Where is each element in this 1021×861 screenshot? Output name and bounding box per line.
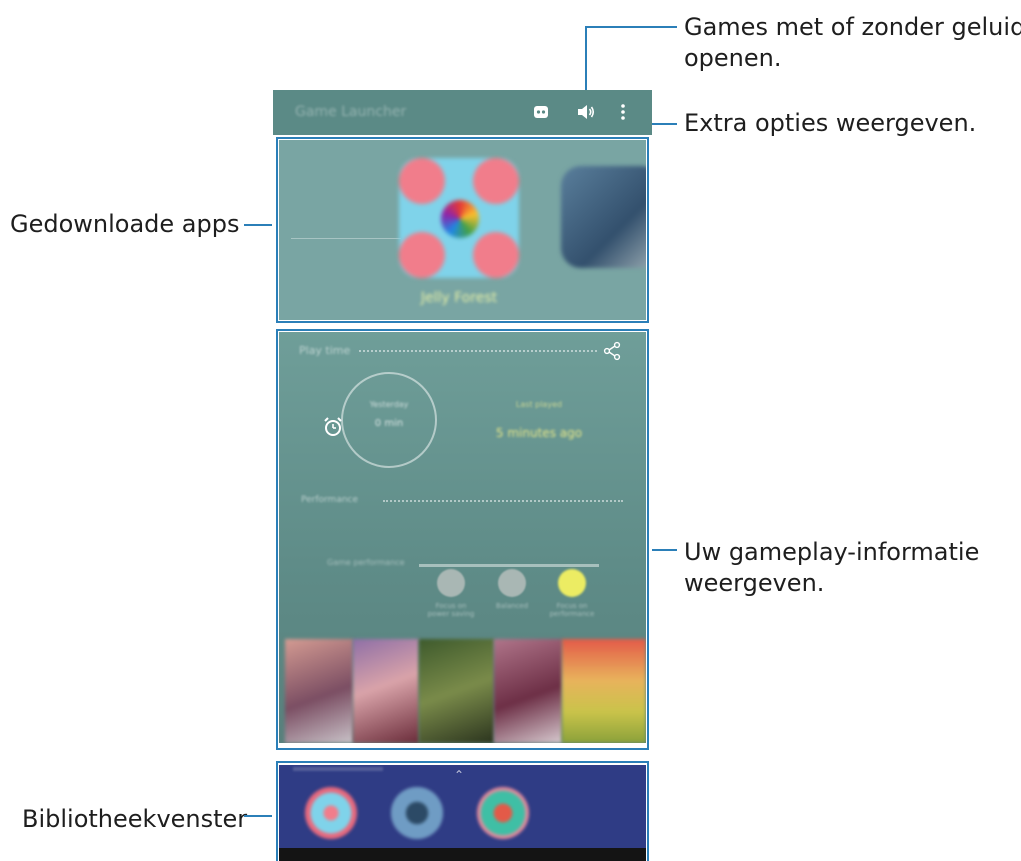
callout-options: Extra opties weergeven. [684,109,977,137]
video-thumbnail[interactable] [285,639,353,743]
game-video-thumbnails [285,639,646,743]
chevron-up-icon[interactable]: ⌃ [454,768,464,782]
last-played-value: 5 minutes ago [495,426,583,440]
callout-gameplay-line1: Uw gameplay-informatie [684,538,980,566]
library-app-icon[interactable] [391,787,443,839]
dotted-separator [359,350,597,352]
mode-balanced-button[interactable] [498,569,526,597]
more-options-icon[interactable] [611,100,635,124]
last-played-label: Last played [515,400,563,409]
next-app-icon[interactable] [561,166,646,268]
apps-divider [291,238,401,239]
video-thumbnail[interactable] [419,639,494,743]
play-time-value: 0 min [374,418,404,429]
discord-icon[interactable] [529,100,553,124]
app-title: Game Launcher [295,104,407,120]
gameplay-info-panel: Play time Yesterday 0 min Last played 5 … [279,332,646,743]
video-thumbnail[interactable] [494,639,562,743]
sound-icon[interactable] [574,100,598,124]
library-app-icon[interactable] [305,787,357,839]
performance-label: Performance [301,495,359,505]
mode-label: Game performance [327,558,405,567]
mode-slider-track[interactable] [419,564,599,567]
video-thumbnail[interactable] [562,639,646,743]
leader-line-downloaded [244,224,272,226]
library-panel[interactable]: ⌃ [279,765,646,861]
play-time-label: Play time [299,344,351,357]
leader-line-sound-h [585,26,677,28]
mode-balanced-label: Balanced [495,602,529,610]
featured-app-icon[interactable] [399,158,519,278]
mode-performance-label: Focus on performance [549,602,595,618]
callout-downloaded-apps: Gedownloade apps [10,210,240,238]
library-handle-bar [293,767,383,771]
mode-power-saving-button[interactable] [437,569,465,597]
game-launcher-screen: Game Launcher Jelly Forest Play time Yes… [273,90,652,861]
featured-app-name: Jelly Forest [420,290,498,306]
leader-line-gameplay [652,549,677,551]
performance-separator [383,500,623,502]
share-icon[interactable] [601,340,623,362]
callout-library: Bibliotheekvenster [22,805,248,833]
downloaded-apps-panel: Jelly Forest [279,140,646,320]
library-app-icon[interactable] [477,787,529,839]
callout-sound-line2: openen. [684,44,782,72]
app-bar: Game Launcher [273,90,652,135]
play-time-ring-label: Yesterday [369,400,409,409]
mode-power-saving-label: Focus on power saving [427,602,475,618]
video-thumbnail[interactable] [353,639,419,743]
leader-line-library [244,815,272,817]
navigation-bar [279,848,646,861]
callout-sound-line1: Games met of zonder geluid [684,13,1021,41]
mode-performance-button[interactable] [558,569,586,597]
callout-gameplay-line2: weergeven. [684,569,825,597]
